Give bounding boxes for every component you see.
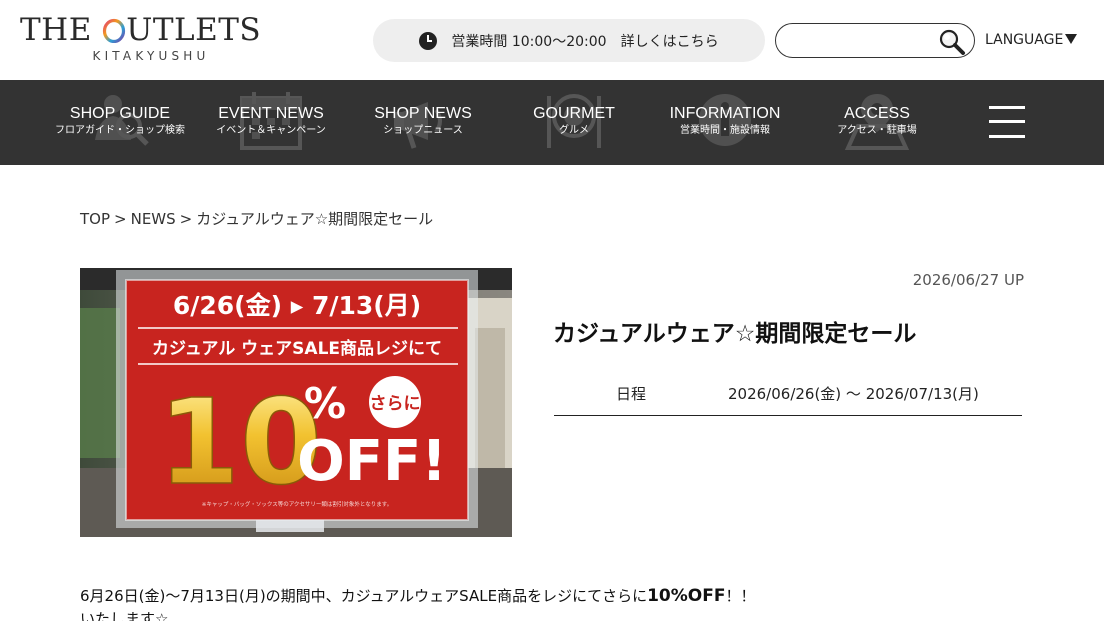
body-text-discount: 10%OFF — [647, 586, 726, 606]
breadcrumb-current: カジュアルウェア☆期間限定セール — [196, 210, 434, 228]
poster-fine-print: ※キャップ・バッグ・ソックス等のアクセサリー類は割引対象外となります。 — [202, 500, 392, 508]
poster-badge: さらに — [370, 394, 421, 414]
nav-label-jp: イベント＆キャンペーン — [216, 125, 326, 136]
article-date: 2026/06/27 UP — [912, 271, 1024, 289]
logo-o-ring — [102, 14, 126, 46]
site-header: THE UTLETS KITAKYUSHU 営業時間 10:00〜20:00 詳… — [0, 0, 1104, 80]
nav-label-jp: 営業時間・施設情報 — [680, 125, 770, 136]
body-text-suffix: ！！ — [725, 587, 756, 605]
nav-gourmet[interactable]: GOURMET グルメ — [499, 80, 649, 165]
schedule-label: 日程 — [616, 385, 647, 403]
nav-label-en: ACCESS — [844, 105, 910, 122]
nav-label-jp: グルメ — [559, 125, 589, 136]
business-hours-link[interactable]: 営業時間 10:00〜20:00 詳しくはこちら — [373, 19, 765, 62]
clock-icon — [419, 31, 438, 50]
nav-label-en: SHOP GUIDE — [69, 105, 171, 122]
article-body-line: 6月26日(金)〜7月13日(月)の期間中、カジュアルウェアSALE商品をレジに… — [80, 585, 1040, 608]
poster-percent: % — [304, 379, 346, 428]
global-nav: SHOP GUIDE フロアガイド・ショップ検索 EVENT NEWS イベント… — [0, 80, 1104, 165]
nav-label-jp: フロアガイド・ショップ検索 — [55, 125, 185, 136]
breadcrumb-top-link[interactable]: TOP — [80, 210, 110, 228]
article-title: カジュアルウェア☆期間限定セール — [553, 321, 917, 347]
logo-subtitle: KITAKYUSHU — [92, 49, 210, 63]
language-selector[interactable]: LANGUAGE — [985, 32, 1078, 48]
nav-label-en: GOURMET — [533, 105, 615, 122]
nav-label-en: SHOP NEWS — [374, 105, 472, 122]
hamburger-bar — [989, 106, 1025, 109]
hamburger-bar — [989, 120, 1025, 123]
body-text-prefix: 6月26日(金)〜7月13日(月)の期間中、カジュアルウェアSALE商品をレジに… — [80, 587, 648, 605]
site-logo[interactable]: THE UTLETS KITAKYUSHU — [20, 12, 261, 64]
nav-label-en: EVENT NEWS — [218, 105, 324, 122]
breadcrumb-separator: > — [114, 210, 127, 228]
business-hours-text: 営業時間 10:00〜20:00 詳しくはこちら — [451, 33, 719, 50]
hamburger-bar — [989, 135, 1025, 138]
triangle-down-icon — [1065, 34, 1078, 44]
nav-shop-guide[interactable]: SHOP GUIDE フロアガイド・ショップ検索 — [45, 80, 195, 165]
article-body: 6月26日(金)〜7月13日(月)の期間中、カジュアルウェアSALE商品をレジに… — [80, 585, 1040, 621]
poster-off: OFF! — [297, 429, 447, 494]
search-input[interactable] — [788, 30, 938, 52]
nav-shop-news[interactable]: SHOP NEWS ショップニュース — [348, 80, 498, 165]
poster-headline: カジュアル ウェアSALE商品レジにて — [152, 338, 442, 359]
schedule-value: 2026/06/26(金) 〜 2026/07/13(月) — [728, 385, 979, 403]
nav-access[interactable]: ACCESS アクセス・駐車場 — [802, 80, 952, 165]
poster-dates: 6/26(金) ▸ 7/13(月) — [173, 291, 421, 320]
site-search — [775, 23, 975, 58]
logo-wordmark: THE UTLETS — [20, 12, 261, 48]
breadcrumb-news-link[interactable]: NEWS — [131, 210, 176, 228]
breadcrumb: TOP > NEWS > カジュアルウェア☆期間限定セール — [80, 208, 433, 229]
breadcrumb-separator: > — [179, 210, 193, 228]
nav-label-jp: アクセス・駐車場 — [837, 125, 917, 136]
search-icon[interactable] — [938, 28, 966, 56]
logo-text-the: THE — [20, 12, 103, 48]
hamburger-menu-icon[interactable] — [989, 106, 1025, 138]
nav-label-en: INFORMATION — [669, 105, 781, 122]
language-label: LANGUAGE — [985, 32, 1064, 48]
logo-ring-icon — [103, 18, 126, 44]
schedule-row: 日程 2026/06/26(金) 〜 2026/07/13(月) — [554, 370, 1022, 416]
nav-information[interactable]: INFORMATION 営業時間・施設情報 — [650, 80, 800, 165]
sale-poster-photo: 6/26(金) ▸ 7/13(月) カジュアル ウェアSALE商品レジにて 10… — [80, 268, 512, 537]
nav-label-jp: ショップニュース — [383, 125, 463, 136]
nav-event-news[interactable]: EVENT NEWS イベント＆キャンペーン — [196, 80, 346, 165]
article-body-line: いたします☆ — [80, 610, 169, 621]
article-image: 6/26(金) ▸ 7/13(月) カジュアル ウェアSALE商品レジにて 10… — [80, 268, 512, 537]
logo-text-utlets: UTLETS — [126, 12, 262, 48]
